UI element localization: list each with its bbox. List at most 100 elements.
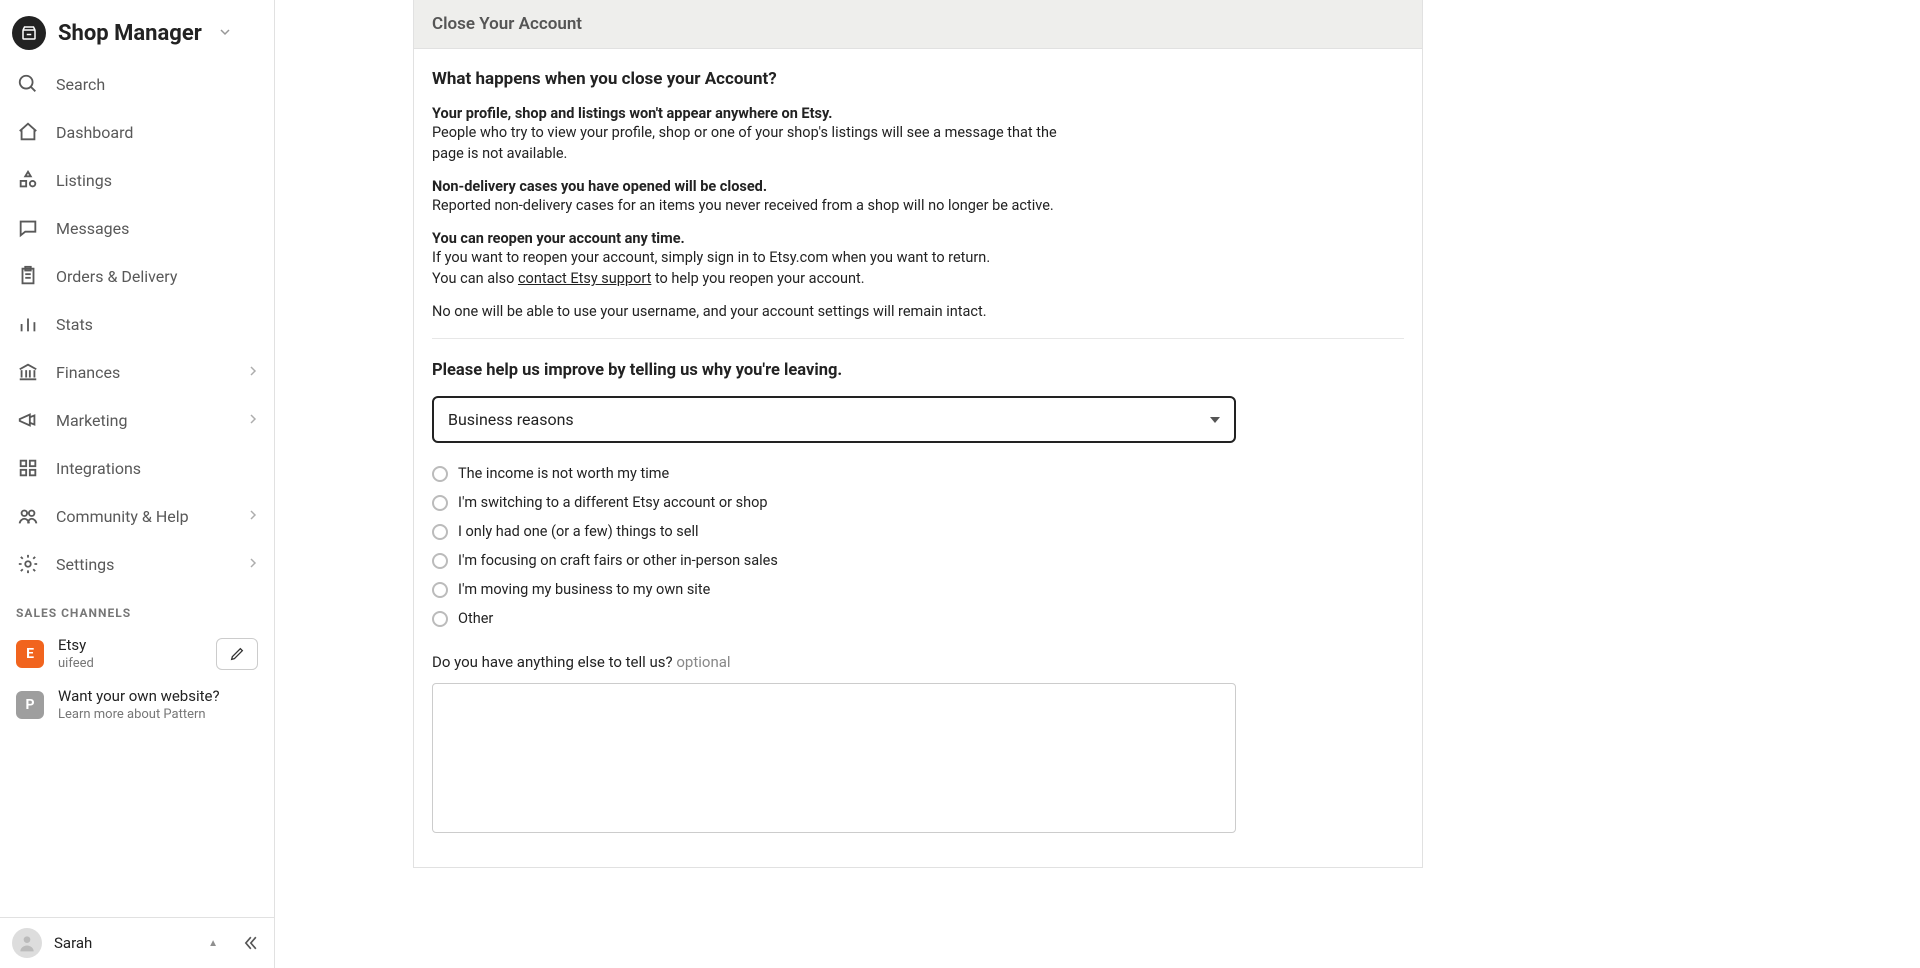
extra-comment-textarea[interactable] — [432, 683, 1236, 833]
nav-label: Finances — [56, 363, 232, 382]
nav-label: Listings — [56, 171, 258, 190]
info-strong: Your profile, shop and listings won't ap… — [432, 105, 1072, 122]
info-strong: You can reopen your account any time. — [432, 230, 1072, 247]
caret-down-icon — [1210, 417, 1220, 423]
optional-tag: optional — [676, 653, 730, 671]
info-block: Non-delivery cases you have opened will … — [432, 178, 1072, 216]
select-value: Business reasons — [448, 410, 574, 429]
nav-label: Community & Help — [56, 507, 232, 526]
brand-icon — [12, 16, 46, 50]
pencil-icon — [229, 646, 245, 662]
nav-finances[interactable]: Finances — [0, 348, 274, 396]
search-icon — [16, 72, 40, 96]
nav-label: Search — [56, 75, 258, 94]
reason-select[interactable]: Business reasons — [432, 396, 1236, 443]
nav-label: Settings — [56, 555, 232, 574]
user-menu[interactable]: Sarah ▲ — [0, 917, 274, 968]
radio-icon — [432, 582, 448, 598]
info-desc: If you want to reopen your account, simp… — [432, 247, 1072, 268]
nav-label: Dashboard — [56, 123, 258, 142]
contact-support-link[interactable]: contact Etsy support — [518, 270, 651, 287]
bank-icon — [16, 360, 40, 384]
info-desc: Reported non-delivery cases for an items… — [432, 195, 1072, 216]
etsy-badge-icon: E — [16, 640, 44, 668]
pattern-badge-icon: P — [16, 691, 44, 719]
gear-icon — [16, 552, 40, 576]
text: Do you have anything else to tell us? — [432, 653, 673, 671]
radio-label: I'm moving my business to my own site — [458, 581, 710, 598]
chevron-right-icon — [248, 364, 258, 380]
radio-icon — [432, 466, 448, 482]
people-icon — [16, 504, 40, 528]
panel-title: Close Your Account — [414, 0, 1422, 49]
channel-subtitle: uifeed — [58, 656, 94, 671]
main-content: Close Your Account What happens when you… — [275, 0, 1920, 968]
radio-label: I only had one (or a few) things to sell — [458, 523, 699, 540]
radio-option[interactable]: I only had one (or a few) things to sell — [432, 523, 1404, 540]
nav-community[interactable]: Community & Help — [0, 492, 274, 540]
nav-messages[interactable]: Messages — [0, 204, 274, 252]
improve-title: Please help us improve by telling us why… — [432, 361, 1404, 380]
info-note: No one will be able to use your username… — [432, 303, 1404, 320]
nav-search[interactable]: Search — [0, 60, 274, 108]
brand-switcher[interactable]: Shop Manager — [0, 0, 274, 60]
radio-label: I'm focusing on craft fairs or other in-… — [458, 552, 778, 569]
radio-option[interactable]: Other — [432, 610, 1404, 627]
text: to help you reopen your account. — [651, 270, 864, 287]
radio-icon — [432, 611, 448, 627]
chevron-right-icon — [248, 412, 258, 428]
info-strong: Non-delivery cases you have opened will … — [432, 178, 1072, 195]
collapse-sidebar-button[interactable] — [238, 931, 262, 955]
channel-title: Want your own website? — [58, 687, 220, 705]
sidebar: Shop Manager Search Dashboard — [0, 0, 275, 968]
radio-option[interactable]: I'm moving my business to my own site — [432, 581, 1404, 598]
user-name: Sarah — [54, 934, 196, 952]
nav-marketing[interactable]: Marketing — [0, 396, 274, 444]
radio-option[interactable]: I'm switching to a different Etsy accoun… — [432, 494, 1404, 511]
brand-title: Shop Manager — [58, 21, 202, 46]
info-desc: People who try to view your profile, sho… — [432, 122, 1072, 164]
extra-comment-label: Do you have anything else to tell us? op… — [432, 653, 1404, 671]
radio-label: The income is not worth my time — [458, 465, 669, 482]
text: You can also — [432, 270, 518, 287]
info-block: Your profile, shop and listings won't ap… — [432, 105, 1072, 164]
caret-down-icon — [220, 25, 230, 41]
nav-orders[interactable]: Orders & Delivery — [0, 252, 274, 300]
nav-stats[interactable]: Stats — [0, 300, 274, 348]
channel-pattern[interactable]: P Want your own website? Learn more abou… — [0, 679, 274, 730]
panel-heading: What happens when you close your Account… — [432, 69, 1404, 89]
radio-label: I'm switching to a different Etsy accoun… — [458, 494, 767, 511]
chevron-right-icon — [248, 556, 258, 572]
nav-label: Stats — [56, 315, 258, 334]
sales-channels-header: SALES CHANNELS — [0, 588, 274, 628]
channel-subtitle: Learn more about Pattern — [58, 707, 220, 722]
nav-integrations[interactable]: Integrations — [0, 444, 274, 492]
nav-label: Integrations — [56, 459, 258, 478]
avatar — [12, 928, 42, 958]
nav-label: Messages — [56, 219, 258, 238]
radio-icon — [432, 524, 448, 540]
radio-label: Other — [458, 610, 493, 627]
clipboard-icon — [16, 264, 40, 288]
radio-icon — [432, 495, 448, 511]
channel-title: Etsy — [58, 636, 94, 654]
info-block: You can reopen your account any time. If… — [432, 230, 1072, 289]
bar-chart-icon — [16, 312, 40, 336]
divider — [432, 338, 1404, 339]
shapes-icon — [16, 168, 40, 192]
reason-radio-group: The income is not worth my time I'm swit… — [432, 465, 1404, 627]
chat-icon — [16, 216, 40, 240]
radio-option[interactable]: I'm focusing on craft fairs or other in-… — [432, 552, 1404, 569]
megaphone-icon — [16, 408, 40, 432]
nav-dashboard[interactable]: Dashboard — [0, 108, 274, 156]
nav-listings[interactable]: Listings — [0, 156, 274, 204]
radio-option[interactable]: The income is not worth my time — [432, 465, 1404, 482]
channel-etsy[interactable]: E Etsy uifeed — [0, 628, 274, 679]
radio-icon — [432, 553, 448, 569]
grid-icon — [16, 456, 40, 480]
nav-settings[interactable]: Settings — [0, 540, 274, 588]
nav-label: Orders & Delivery — [56, 267, 258, 286]
caret-up-icon: ▲ — [208, 938, 218, 949]
edit-channel-button[interactable] — [216, 638, 258, 670]
home-icon — [16, 120, 40, 144]
